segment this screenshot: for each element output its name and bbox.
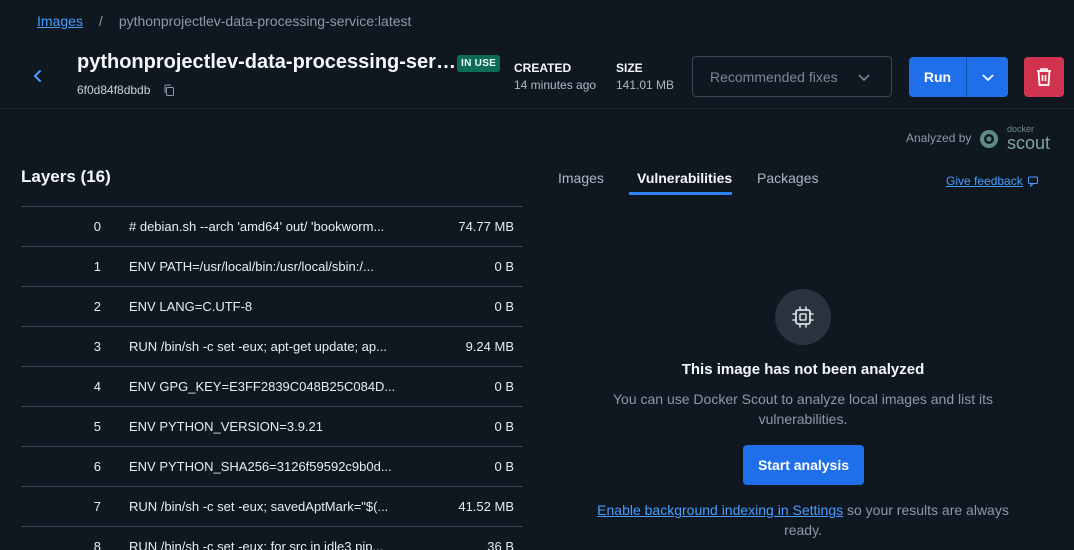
enable-background-indexing-link[interactable]: Enable background indexing in Settings [597, 502, 843, 518]
layer-index: 8 [93, 539, 101, 550]
copy-icon[interactable] [163, 84, 175, 97]
layer-size: 0 B [494, 299, 514, 314]
layer-index: 0 [93, 219, 101, 234]
header-divider [0, 108, 1074, 109]
layer-row[interactable]: 6 ENV PYTHON_SHA256=3126f59592c9b0d... 0 B [21, 447, 523, 487]
layer-command: ENV LANG=C.UTF-8 [129, 299, 253, 314]
scout-logo-icon [980, 129, 998, 148]
size-value: 141.01 MB [616, 78, 675, 92]
layer-size: 0 B [494, 259, 514, 274]
image-id: 6f0d84f8dbdb [77, 83, 151, 97]
layer-row[interactable]: 2 ENV LANG=C.UTF-8 0 B [21, 287, 523, 327]
layer-size: 36 B [487, 539, 514, 550]
layer-index: 1 [93, 259, 101, 274]
breadcrumb: Images / pythonprojectlev-data-processin… [37, 13, 411, 29]
layer-command: ENV PYTHON_VERSION=3.9.21 [129, 419, 323, 434]
layer-command: RUN /bin/sh -c set -eux; savedAptMark="$… [129, 499, 389, 514]
active-tab-indicator [629, 192, 732, 195]
layer-row[interactable]: 1 ENV PATH=/usr/local/bin:/usr/local/sbin… [21, 247, 523, 287]
layers-list: 0 # debian.sh --arch 'amd64' out/ 'bookwo… [21, 206, 523, 550]
start-analysis-button[interactable]: Start analysis [743, 445, 864, 485]
layers-title: Layers (16) [21, 167, 111, 186]
in-use-badge: IN USE [457, 55, 501, 72]
feedback-icon [1027, 176, 1038, 187]
layer-row[interactable]: 4 ENV GPG_KEY=E3FF2839C048B25C084D... 0 B [21, 367, 523, 407]
recommended-fixes-dropdown[interactable]: Recommended fixes [692, 56, 892, 97]
layer-command: ENV PYTHON_SHA256=3126f59592c9b0d... [129, 459, 392, 474]
created-label: CREATED [514, 61, 572, 75]
size-label: SIZE [616, 61, 643, 75]
layer-command: ENV PATH=/usr/local/bin:/usr/local/sbin:… [129, 259, 374, 274]
layer-size: 0 B [494, 419, 514, 434]
recommended-fixes-label: Recommended fixes [710, 68, 838, 85]
layer-row[interactable]: 3 RUN /bin/sh -c set -eux; apt-get update… [21, 327, 523, 367]
run-options-button[interactable] [967, 57, 1008, 97]
delete-button[interactable] [1024, 57, 1064, 97]
image-title: pythonprojectlev-data-processing-ser… [77, 51, 456, 73]
analyzed-by-label: Analyzed by [906, 131, 972, 145]
run-button-group: Run [909, 57, 1008, 97]
layer-size: 0 B [494, 379, 514, 394]
back-chevron-icon[interactable] [30, 66, 46, 86]
tab-images[interactable]: Images [558, 170, 604, 186]
layer-size: 0 B [494, 459, 514, 474]
empty-state-title: This image has not been analyzed [681, 361, 925, 378]
layer-index: 6 [93, 459, 101, 474]
trash-icon [1037, 68, 1051, 86]
background-indexing-note: Enable background indexing in Settings s… [583, 500, 1023, 540]
breadcrumb-images-link[interactable]: Images [37, 13, 83, 29]
layer-size: 9.24 MB [465, 339, 514, 354]
layer-size: 74.77 MB [458, 219, 514, 234]
empty-state-description: You can use Docker Scout to analyze loca… [612, 391, 994, 427]
layer-command: # debian.sh --arch 'amd64' out/ 'bookwor… [129, 219, 385, 234]
layer-command: RUN /bin/sh -c set -eux; for src in idle… [129, 539, 384, 550]
created-value: 14 minutes ago [514, 78, 597, 92]
layer-size: 41.52 MB [458, 499, 514, 514]
chip-icon [775, 289, 831, 345]
layer-command: ENV GPG_KEY=E3FF2839C048B25C084D... [129, 379, 396, 394]
layer-index: 2 [93, 299, 101, 314]
created-meta: CREATED 14 minutes ago [514, 61, 596, 92]
layer-index: 5 [93, 419, 101, 434]
size-meta: SIZE 141.01 MB [616, 61, 674, 92]
breadcrumb-separator: / [98, 13, 103, 29]
breadcrumb-current: pythonprojectlev-data-processing-service… [118, 13, 412, 29]
layer-row[interactable]: 0 # debian.sh --arch 'amd64' out/ 'bookwo… [21, 207, 523, 247]
give-feedback-link[interactable]: Give feedback [946, 174, 1039, 188]
chevron-down-icon [857, 70, 871, 84]
layer-index: 7 [93, 499, 101, 514]
layer-row[interactable]: 7 RUN /bin/sh -c set -eux; savedAptMark="… [21, 487, 523, 527]
scout-logo-bottom: scout [1007, 133, 1051, 153]
run-button[interactable]: Run [909, 57, 967, 97]
layer-row[interactable]: 8 RUN /bin/sh -c set -eux; for src in idl… [21, 527, 523, 550]
tab-packages[interactable]: Packages [757, 170, 818, 186]
layer-index: 3 [93, 339, 101, 354]
docker-scout-logo: docker scout [977, 125, 1050, 152]
tab-vulnerabilities[interactable]: Vulnerabilities [637, 170, 732, 186]
give-feedback-label: Give feedback [946, 174, 1023, 188]
chevron-down-icon [981, 74, 994, 82]
layer-command: RUN /bin/sh -c set -eux; apt-get update;… [129, 339, 387, 354]
layer-index: 4 [93, 379, 101, 394]
layer-row[interactable]: 5 ENV PYTHON_VERSION=3.9.21 0 B [21, 407, 523, 447]
